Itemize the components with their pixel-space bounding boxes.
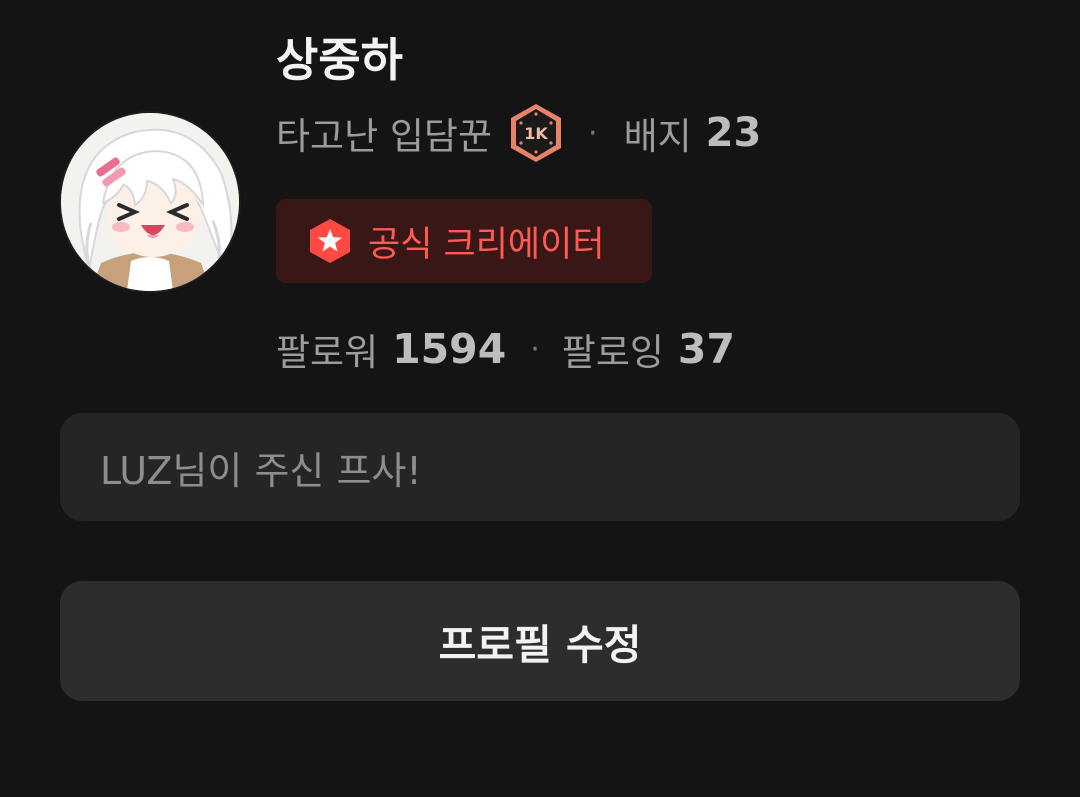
profile-bio-box: LUZ님이 주신 프사! [60,413,1020,521]
official-creator-label: 공식 크리에이터 [368,224,605,265]
followers-label[interactable]: 팔로워 [276,322,378,376]
rank-badge-label: 1K [524,124,548,143]
official-creator-chip: 공식 크리에이터 [276,199,652,283]
avatar[interactable] [61,113,239,291]
profile-name: 상중하 [276,33,403,87]
badge-count[interactable]: 23 [706,110,762,156]
followers-count[interactable]: 1594 [392,325,506,373]
separator-dot: · [530,331,540,367]
following-count[interactable]: 37 [678,325,735,373]
follow-stats-row: 팔로워 1594 · 팔로잉 37 [276,318,735,380]
profile-title: 타고난 입담꾼 [276,115,493,158]
following-label[interactable]: 팔로잉 [562,322,664,376]
profile-meta-row: 타고난 입담꾼 1K · 배지 23 [276,100,761,166]
avatar-illustration-icon [61,113,239,291]
edit-profile-button[interactable]: 프로필 수정 [60,581,1020,701]
separator-dot: · [588,115,598,151]
hexagon-1k-icon[interactable]: 1K [508,102,564,164]
profile-bio-text: LUZ님이 주신 프사! [100,448,422,493]
profile-header: 상중하 타고난 입담꾼 1K · 배지 23 공식 크리에이터 팔로워 1594… [0,0,1080,797]
badge-label[interactable]: 배지 [624,106,692,160]
hexagon-star-icon [310,219,350,263]
